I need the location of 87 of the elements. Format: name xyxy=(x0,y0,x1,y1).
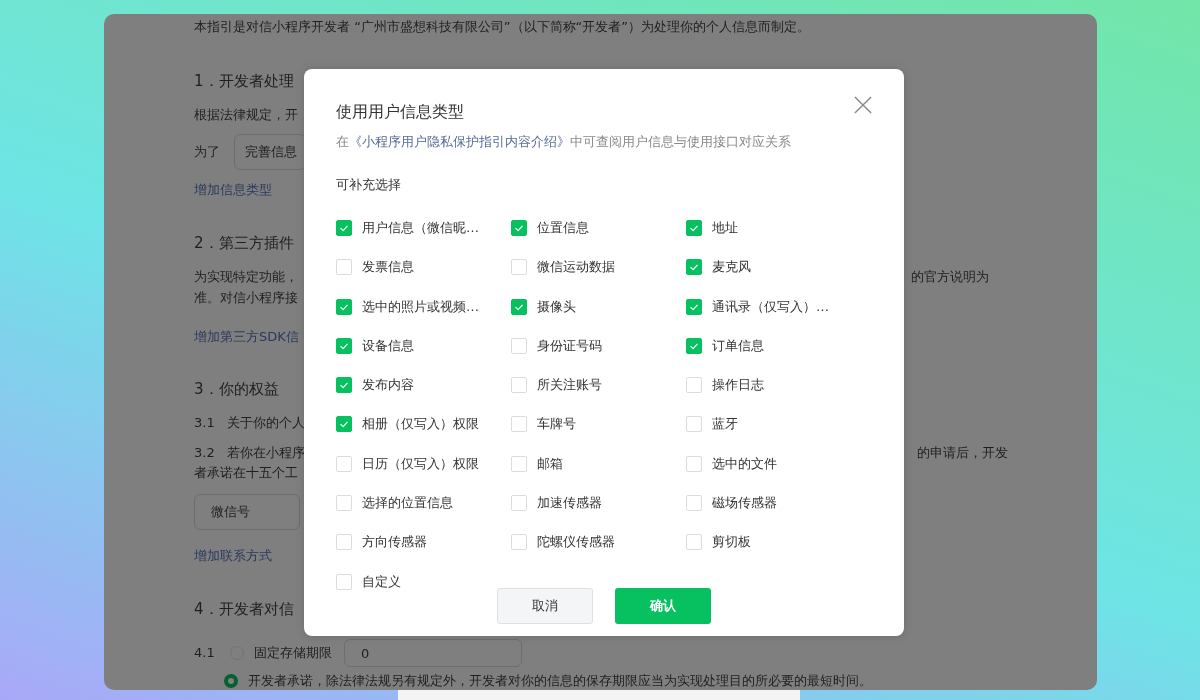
checkbox[interactable] xyxy=(511,298,527,315)
checkbox-label: 微信运动数据 xyxy=(537,258,615,277)
checkbox-label: 位置信息 xyxy=(537,219,589,237)
close-icon[interactable] xyxy=(854,96,872,114)
section-text: 根据法律规定，开 xyxy=(194,106,298,124)
checkbox[interactable] xyxy=(336,416,352,433)
radio-button[interactable] xyxy=(224,674,238,688)
intro-text: 本指引是对信小程序开发者 “广州市盛想科技有限公司”（以下简称“开发者”）为处理你的个人信息而制定。 xyxy=(194,18,811,36)
checkbox[interactable] xyxy=(336,573,352,590)
section-heading: 4．开发者对信 xyxy=(194,599,294,619)
period-field[interactable]: 0 xyxy=(344,639,522,667)
checkbox-label: 操作日志 xyxy=(712,376,764,395)
checkbox[interactable] xyxy=(511,455,527,472)
checkbox[interactable] xyxy=(336,220,352,236)
cancel-button[interactable]: 取消 xyxy=(497,587,593,624)
dialog-title: 使用用户信息类型 xyxy=(336,102,464,122)
checkbox-label: 所关注账号 xyxy=(537,376,602,395)
checkbox-label: 自定义 xyxy=(362,572,401,591)
checkbox[interactable] xyxy=(686,534,702,551)
checkbox[interactable] xyxy=(336,337,352,354)
checkbox[interactable] xyxy=(336,259,352,276)
purpose-label: 为了 xyxy=(194,143,220,161)
section-heading: 2．第三方插件 xyxy=(194,233,294,253)
checkbox-label: 选中的文件 xyxy=(712,454,777,473)
checkbox[interactable] xyxy=(511,220,527,236)
option-label: 开发者承诺，除法律法规另有规定外，开发者对你的信息的保存期限应当为实现处理目的所必要的最短时间。 xyxy=(248,672,872,690)
section-text: 3.2 若你在小程序 xyxy=(194,444,306,462)
checkbox-label: 剪切板 xyxy=(712,533,751,552)
checkbox-label: 地址 xyxy=(712,219,738,237)
checkbox[interactable] xyxy=(336,534,352,551)
checkbox[interactable] xyxy=(336,377,352,394)
section-label: 可补充选择 xyxy=(336,176,402,194)
checkbox[interactable] xyxy=(511,337,527,354)
checkbox-label: 通讯录（仅写入）… xyxy=(712,297,829,316)
section-text: 的官方说明为 xyxy=(911,268,989,286)
guide-link[interactable]: 《小程序用户隐私保护指引内容介绍》 xyxy=(349,134,570,149)
checkbox-label: 车牌号 xyxy=(537,415,576,434)
checkbox[interactable] xyxy=(686,495,702,512)
checkbox[interactable] xyxy=(686,337,702,354)
checkbox-label: 选中的照片或视频… xyxy=(362,297,479,316)
confirm-button[interactable]: 确认 xyxy=(615,587,711,624)
checkbox[interactable] xyxy=(686,455,702,472)
section-heading: 3．你的权益 xyxy=(194,379,279,399)
option-label: 固定存储期限 xyxy=(254,644,332,662)
checkbox[interactable] xyxy=(336,495,352,512)
checkbox-label: 发票信息 xyxy=(362,258,414,277)
checkbox-label: 设备信息 xyxy=(362,336,414,355)
dialog-hint: 在《小程序用户隐私保护指引内容介绍》中可查阅用户信息与使用接口对应关系 xyxy=(336,133,792,151)
checkbox[interactable] xyxy=(336,455,352,472)
checkbox[interactable] xyxy=(686,220,702,236)
section-text: 的申请后，开发 xyxy=(917,444,1008,462)
checkbox-label: 订单信息 xyxy=(712,336,764,355)
checkbox-label: 摄像头 xyxy=(537,297,576,316)
add-info-type-link[interactable]: 增加信息类型 xyxy=(194,181,272,199)
checkbox[interactable] xyxy=(686,416,702,433)
checkbox[interactable] xyxy=(336,298,352,315)
checkbox[interactable] xyxy=(511,377,527,394)
checkbox[interactable] xyxy=(686,259,702,276)
checkbox-label: 发布内容 xyxy=(362,376,414,395)
checkbox[interactable] xyxy=(511,259,527,276)
checkbox-label: 选择的位置信息 xyxy=(362,494,453,513)
contact-field[interactable]: 微信号 xyxy=(194,494,300,530)
checkbox-label: 磁场传感器 xyxy=(712,494,777,513)
checkbox-label: 加速传感器 xyxy=(537,494,602,513)
item-number: 4.1 xyxy=(194,644,216,662)
checkbox-label: 身份证号码 xyxy=(537,336,602,355)
checkbox-label: 相册（仅写入）权限 xyxy=(362,415,479,434)
checkbox-label: 蓝牙 xyxy=(712,415,738,434)
section-text: 准。对信小程序接 xyxy=(194,289,298,307)
checkbox-label: 麦克风 xyxy=(712,258,751,277)
checkbox-label: 陀螺仪传感器 xyxy=(537,533,615,552)
checkbox[interactable] xyxy=(686,377,702,394)
add-contact-link[interactable]: 增加联系方式 xyxy=(194,547,272,565)
checkbox-label: 方向传感器 xyxy=(362,533,427,552)
checkbox-label: 日历（仅写入）权限 xyxy=(362,454,479,473)
checkbox[interactable] xyxy=(511,416,527,433)
checkbox[interactable] xyxy=(686,298,702,315)
purpose-field[interactable]: 完善信息 xyxy=(234,134,306,170)
section-heading: 1．开发者处理 xyxy=(194,71,294,91)
checkbox-label: 邮箱 xyxy=(537,454,563,473)
section-text: 3.1 关于你的个人 xyxy=(194,414,306,432)
add-sdk-link[interactable]: 增加第三方SDK信 xyxy=(194,328,299,346)
checkbox-label: 用户信息（微信昵… xyxy=(362,219,479,237)
section-text: 者承诺在十五个工 xyxy=(194,464,298,482)
section-text: 为实现特定功能， xyxy=(194,268,298,286)
checkbox[interactable] xyxy=(511,534,527,551)
checkbox[interactable] xyxy=(511,495,527,512)
